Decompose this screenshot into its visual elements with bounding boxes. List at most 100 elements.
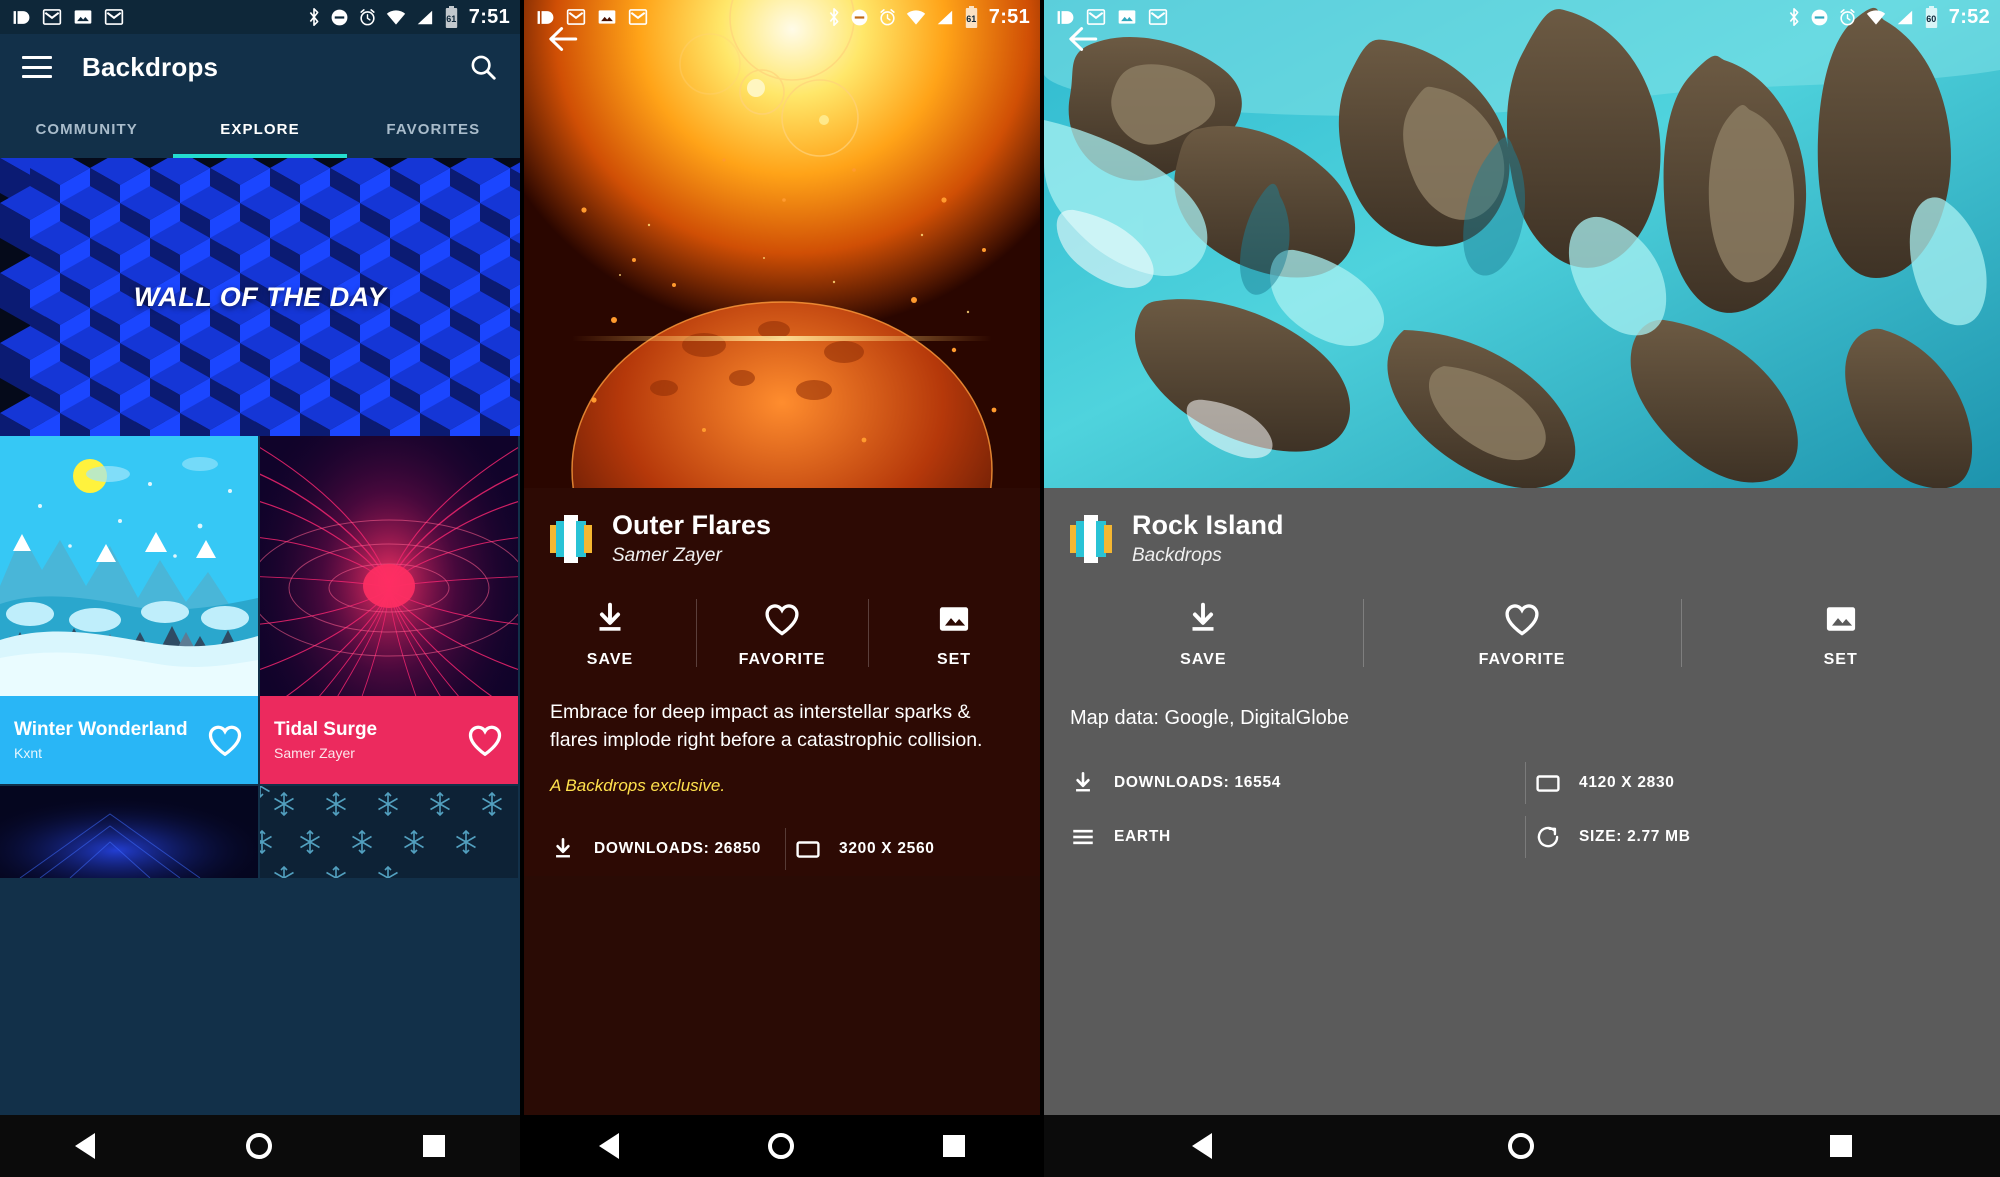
- status-bar-notification-icons: [1056, 7, 1168, 27]
- search-icon[interactable]: [468, 52, 498, 82]
- grid-item-caption: Winter Wonderland Kxnt: [0, 696, 258, 784]
- download-icon: [1192, 602, 1214, 631]
- do-not-disturb-icon: [851, 9, 868, 25]
- gmail-icon: [1148, 9, 1168, 25]
- status-bar-system-icons: 60 7:52: [1787, 5, 1990, 29]
- alarm-icon: [1840, 8, 1855, 25]
- action-bar: SAVE FAVORITE SET: [524, 587, 1040, 689]
- grid-item-title: Tidal Surge: [274, 719, 378, 741]
- bluetooth-icon: [309, 8, 319, 26]
- home-circle-icon[interactable]: [767, 1133, 794, 1159]
- detail-header: Outer Flares Samer Zayer: [524, 488, 1040, 587]
- gmail-icon: [42, 9, 62, 25]
- backdrops-logo-icon: [1070, 514, 1112, 563]
- rock-island-artwork: [1044, 0, 2000, 488]
- system-navigation-bar: [1044, 1115, 2000, 1177]
- grid-item-tidal-surge[interactable]: Tidal Surge Samer Zayer: [260, 436, 518, 784]
- grid-item-author: Kxnt: [14, 744, 43, 761]
- meta-downloads: DOWNLOADS: 26850: [540, 822, 785, 876]
- wallpaper-preview-outer-flares[interactable]: [524, 0, 1040, 488]
- wifi-icon: [386, 9, 405, 25]
- meta-resolution: 3200 X 2560: [785, 822, 1030, 876]
- grid-item-next-right[interactable]: [260, 786, 518, 878]
- photos-icon: [1118, 10, 1136, 24]
- detail-panel: Rock Island Backdrops SAVE FAVORITE SET: [1044, 488, 2000, 865]
- wallpaper-title: Outer Flares: [612, 510, 772, 540]
- back-triangle-icon[interactable]: [1192, 1133, 1212, 1159]
- save-label: SAVE: [586, 651, 634, 669]
- status-bar-system-icons: 61 7:51: [307, 5, 510, 29]
- favorite-label: FAVORITE: [1478, 651, 1566, 669]
- back-triangle-icon[interactable]: [75, 1133, 96, 1159]
- action-bar: SAVE FAVORITE SET: [1044, 587, 2000, 689]
- set-button[interactable]: SET: [868, 591, 1040, 675]
- outer-flares-artwork: [524, 0, 1040, 488]
- save-button[interactable]: SAVE: [1044, 591, 1363, 675]
- resolution-icon: [796, 841, 820, 859]
- wallpaper-preview-rock-island[interactable]: [1044, 0, 2000, 488]
- grid-item-next-left[interactable]: [0, 786, 258, 878]
- set-button[interactable]: SET: [1681, 591, 2000, 675]
- resolution-icon: [1536, 775, 1560, 792]
- photos-icon: [598, 10, 616, 24]
- meta-resolution-label: 4120 X 2830: [1579, 774, 1675, 792]
- status-bar-2: 61 7:51: [524, 0, 1040, 34]
- meta-downloads: DOWNLOADS: 16554: [1060, 756, 1525, 810]
- recents-square-icon[interactable]: [422, 1135, 445, 1157]
- back-triangle-icon[interactable]: [598, 1133, 619, 1159]
- meta-resolution-label: 3200 X 2560: [839, 840, 935, 858]
- screen-detail-outer-flares: Outer Flares Samer Zayer SAVE FAVORITE S…: [524, 0, 1040, 1177]
- image-icon: [1826, 607, 1855, 631]
- set-label: SET: [936, 651, 972, 669]
- wall-of-the-day-label: WALL OF THE DAY: [133, 281, 387, 312]
- battery-icon: 61: [963, 5, 980, 29]
- download-icon: [599, 602, 621, 631]
- bluetooth-icon: [1789, 8, 1799, 26]
- system-navigation-bar: [0, 1115, 520, 1177]
- hamburger-menu-icon[interactable]: [22, 56, 52, 78]
- clock: 7:51: [988, 5, 1030, 28]
- wifi-icon: [1866, 9, 1885, 25]
- status-bar-1: 61 7:51: [0, 0, 520, 34]
- heart-outline-icon[interactable]: [466, 723, 504, 757]
- home-circle-icon[interactable]: [1508, 1133, 1534, 1159]
- alarm-icon: [880, 8, 895, 25]
- detail-panel: Outer Flares Samer Zayer SAVE FAVORITE S…: [524, 488, 1040, 877]
- tab-explore[interactable]: EXPLORE: [173, 100, 346, 158]
- wallpaper-grid: Winter Wonderland Kxnt Tidal Surge Samer…: [0, 436, 520, 880]
- grid-item-artwork: [0, 786, 258, 878]
- heart-outline-icon[interactable]: [206, 723, 244, 757]
- screen-browse: 61 7:51 Backdrops COMMUNITY EXPLORE FAVO…: [0, 0, 520, 1177]
- metadata-grid: DOWNLOADS: 26850 3200 X 2560: [524, 796, 1040, 876]
- favorite-button[interactable]: FAVORITE: [696, 591, 868, 675]
- tab-community[interactable]: COMMUNITY: [0, 100, 173, 158]
- wallpaper-description: Embrace for deep impact as interstellar …: [550, 701, 983, 751]
- favorite-button[interactable]: FAVORITE: [1362, 591, 1682, 675]
- bluetooth-icon: [829, 8, 839, 26]
- pushbullet-icon: [1057, 10, 1074, 24]
- set-label: SET: [1823, 651, 1858, 669]
- save-button[interactable]: SAVE: [524, 591, 696, 675]
- grid-item-winter-wonderland[interactable]: Winter Wonderland Kxnt: [0, 436, 258, 784]
- do-not-disturb-icon: [1811, 9, 1828, 25]
- status-bar-3: 60 7:52: [1044, 0, 2000, 34]
- wallpaper-author: Samer Zayer: [612, 545, 722, 567]
- image-icon: [939, 607, 969, 631]
- tab-bar: COMMUNITY EXPLORE FAVORITES: [0, 100, 520, 158]
- tab-favorites[interactable]: FAVORITES: [347, 100, 520, 158]
- wall-of-the-day-card[interactable]: WALL OF THE DAY: [0, 158, 520, 436]
- grid-item-author: Samer Zayer: [274, 744, 355, 761]
- meta-size-label: SIZE: 2.77 MB: [1579, 828, 1691, 846]
- battery-level: 61: [446, 14, 457, 24]
- meta-downloads-label: DOWNLOADS: 16554: [1114, 774, 1282, 792]
- recents-square-icon[interactable]: [943, 1135, 966, 1157]
- meta-category: EARTH: [1060, 810, 1525, 864]
- size-icon: [1537, 826, 1559, 848]
- grid-item-artwork: [260, 786, 518, 878]
- recents-square-icon[interactable]: [1830, 1135, 1852, 1157]
- heart-outline-icon: [1505, 604, 1539, 636]
- meta-downloads-label: DOWNLOADS: 26850: [594, 840, 762, 858]
- system-navigation-bar: [524, 1115, 1040, 1177]
- grid-item-title: Winter Wonderland: [14, 719, 188, 741]
- home-circle-icon[interactable]: [245, 1133, 272, 1159]
